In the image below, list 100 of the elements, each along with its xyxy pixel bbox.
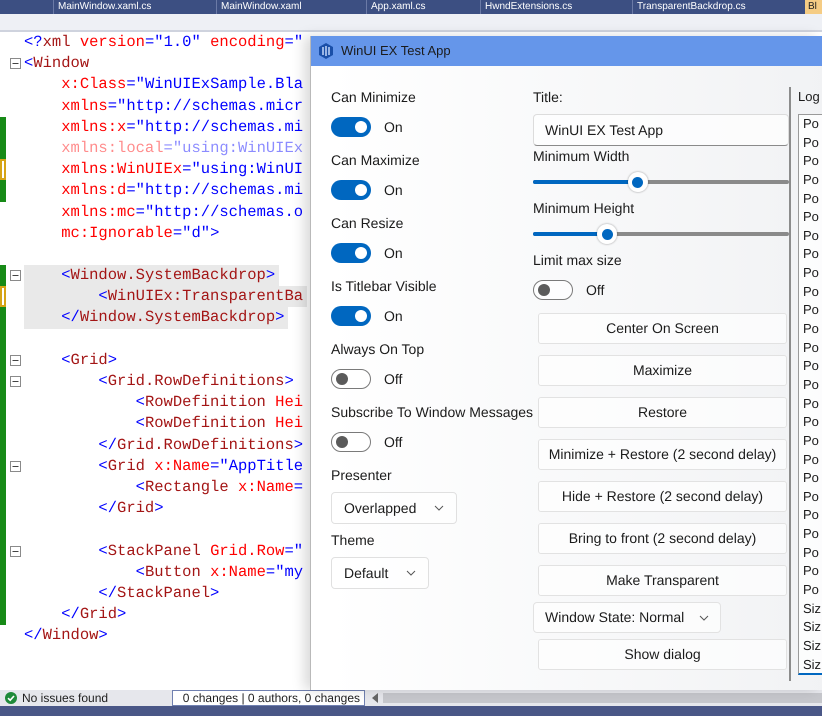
field-label: Can Minimize [331,88,416,107]
log-entry[interactable]: Po [799,562,822,582]
chevron-down-icon [434,505,444,511]
code-line: mc:Ignorable="d"> [60,222,220,244]
code-line: </Grid> [60,604,126,626]
field-label: Is Titlebar Visible [331,277,437,296]
dropdown[interactable]: Default [331,557,430,589]
collapse-icon[interactable] [10,376,20,388]
toggle-switch[interactable] [331,432,371,452]
code-line: <Button x:Name="my [134,562,304,583]
code-line: <RowDefinition Hei [134,392,304,414]
toggle-switch[interactable] [331,180,371,200]
toggle-state: On [384,180,403,200]
text-field[interactable]: WinUI EX Test App [533,114,789,146]
log-entry[interactable]: Po [799,170,822,190]
slider[interactable] [533,171,789,193]
action-button[interactable]: Hide + Restore (2 second delay) [538,481,787,512]
slider-thumb[interactable] [628,172,648,192]
toggle-switch[interactable] [331,369,371,389]
log-label: Log [798,88,820,106]
toggle-state: On [384,306,403,326]
log-entry[interactable]: Po [799,581,822,600]
toggle-switch[interactable] [331,243,371,263]
changes-status[interactable]: 0 changes | 0 authors, 0 changes [172,690,365,706]
log-entry[interactable]: Siz [799,656,822,673]
field-label: Presenter [331,466,392,485]
log-entry[interactable]: Po [799,488,822,506]
chevron-down-icon [406,570,416,576]
code-line: <?xml version="1.0" encoding=" [24,32,304,53]
app-logo-icon [319,43,333,59]
slider-thumb[interactable] [597,224,618,244]
slider[interactable] [533,223,789,245]
log-entry[interactable]: Po [799,338,822,358]
log-entry[interactable]: Po [799,506,822,526]
editor-tab[interactable]: Bl [805,0,822,14]
scroll-left-icon[interactable] [371,693,379,703]
log-entry[interactable]: Po [799,450,822,470]
chevron-down-icon [699,614,709,620]
log-entry[interactable]: Siz [799,618,822,637]
field-label: Limit max size [533,251,622,270]
dropdown[interactable]: Window State: Normal [533,602,721,633]
action-button[interactable]: Restore [538,397,787,428]
code-line: x:Class="WinUIExSample.Bla [60,74,304,96]
log-entry[interactable]: Po [799,134,822,152]
action-button[interactable]: Bring to front (2 second delay) [538,523,787,554]
action-button[interactable]: Show dialog [538,639,787,670]
log-entry[interactable]: Po [799,208,822,227]
log-entry[interactable]: Po [799,469,822,488]
log-entry[interactable]: Po [799,413,822,432]
code-line: xmlns:local="using:WinUIEx [60,138,304,159]
horizontal-scrollbar[interactable] [383,693,822,703]
log-entry[interactable]: Siz [799,636,822,656]
code-line: <Grid> [60,350,118,371]
field-label: Can Resize [331,214,404,233]
log-entry[interactable]: Po [799,245,822,264]
log-entry[interactable]: Po [799,152,822,171]
action-button[interactable]: Make Transparent [538,565,787,596]
log-entry[interactable]: Po [799,320,822,339]
log-entry[interactable]: Po [799,190,822,208]
collapse-icon[interactable] [10,270,20,282]
toggle-state: On [384,118,403,136]
log-entry[interactable]: Po [799,525,822,544]
log-entry[interactable]: Po [799,544,822,562]
dropdown[interactable]: Overlapped [331,492,458,524]
code-line: <Rectangle x:Name= [134,476,304,498]
field-label: Subscribe To Window Messages [331,403,534,422]
collapse-icon[interactable] [10,546,20,557]
action-button[interactable]: Maximize [538,355,787,386]
field-label: Minimum Height [533,199,634,218]
code-line: xmlns="http://schemas.micr [60,96,304,117]
code-line: xmlns:mc="http://schemas.o [60,202,304,222]
toggle-switch[interactable] [533,280,573,300]
log-entry[interactable]: Po [799,226,822,246]
code-line: <StackPanel Grid.Row=" [97,540,304,562]
log-entry[interactable]: Po [799,432,822,451]
log-entry[interactable]: Po [799,376,822,395]
toggle-switch[interactable] [331,306,371,326]
collapse-icon[interactable] [10,58,20,70]
log-entry[interactable]: Siz [799,600,822,618]
log-entry[interactable]: Po [799,264,822,283]
toggle-state: Off [586,280,604,300]
toggle-switch[interactable] [331,117,371,137]
field-label: Always On Top [331,340,424,359]
code-line: </Grid> [97,498,164,520]
toggle-state: Off [384,370,402,388]
collapse-icon[interactable] [10,460,20,472]
collapse-icon[interactable] [10,354,20,366]
code-line: <Window [24,53,90,74]
log-entry[interactable]: Po [799,282,822,302]
log-entry[interactable]: Po [799,301,822,320]
action-button[interactable]: Center On Screen [538,313,787,344]
code-line: <Grid x:Name="AppTitle [97,456,304,477]
action-button[interactable]: Minimize + Restore (2 second delay) [538,439,787,470]
code-line: xmlns:WinUIEx="using:WinUI [60,159,304,180]
log-entry[interactable]: Po [799,115,822,134]
issues-status[interactable]: No issues found [22,689,172,707]
log-entry[interactable]: Po [799,394,822,414]
log-entry[interactable]: Po [799,357,822,376]
code-line: xmlns:x="http://schemas.mi [60,116,304,138]
code-line: </Grid.RowDefinitions> [97,434,304,456]
